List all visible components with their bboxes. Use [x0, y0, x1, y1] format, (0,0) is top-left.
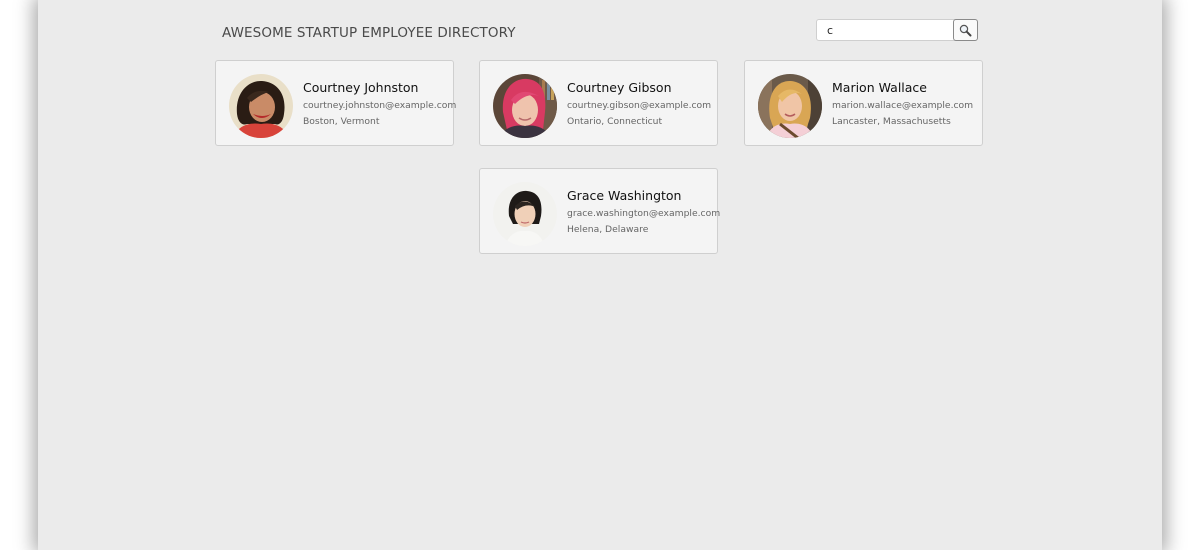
employee-location: Ontario, Connecticut	[567, 116, 663, 127]
employee-email: grace.washington@example.com	[567, 208, 721, 219]
employee-email: marion.wallace@example.com	[832, 100, 974, 111]
avatar	[493, 182, 557, 246]
magnifier-icon	[959, 24, 972, 37]
employee-card[interactable]: Grace Washington grace.washington@exampl…	[479, 168, 721, 254]
employee-location: Helena, Delaware	[567, 224, 649, 235]
employee-name: Marion Wallace	[832, 80, 927, 95]
search-input[interactable]	[816, 19, 962, 41]
employee-location: Boston, Vermont	[303, 116, 380, 127]
employee-card[interactable]: Courtney Gibson courtney.gibson@example.…	[479, 60, 718, 146]
directory-page: AWESOME STARTUP EMPLOYEE DIRECTORY Court…	[38, 0, 1162, 550]
avatar	[758, 74, 822, 138]
avatar	[493, 74, 557, 138]
employee-email: courtney.gibson@example.com	[567, 100, 712, 111]
avatar	[229, 74, 293, 138]
employee-name: Courtney Johnston	[303, 80, 419, 95]
employee-location: Lancaster, Massachusetts	[832, 116, 951, 127]
search-button[interactable]	[953, 19, 978, 41]
page-title: AWESOME STARTUP EMPLOYEE DIRECTORY	[222, 25, 516, 41]
employee-email: courtney.johnston@example.com	[303, 100, 457, 111]
employee-card[interactable]: Marion Wallace marion.wallace@example.co…	[744, 60, 983, 146]
employee-card[interactable]: Courtney Johnston courtney.johnston@exam…	[215, 60, 457, 146]
header: AWESOME STARTUP EMPLOYEE DIRECTORY	[222, 18, 978, 44]
employee-name: Courtney Gibson	[567, 80, 672, 95]
employee-name: Grace Washington	[567, 188, 682, 203]
